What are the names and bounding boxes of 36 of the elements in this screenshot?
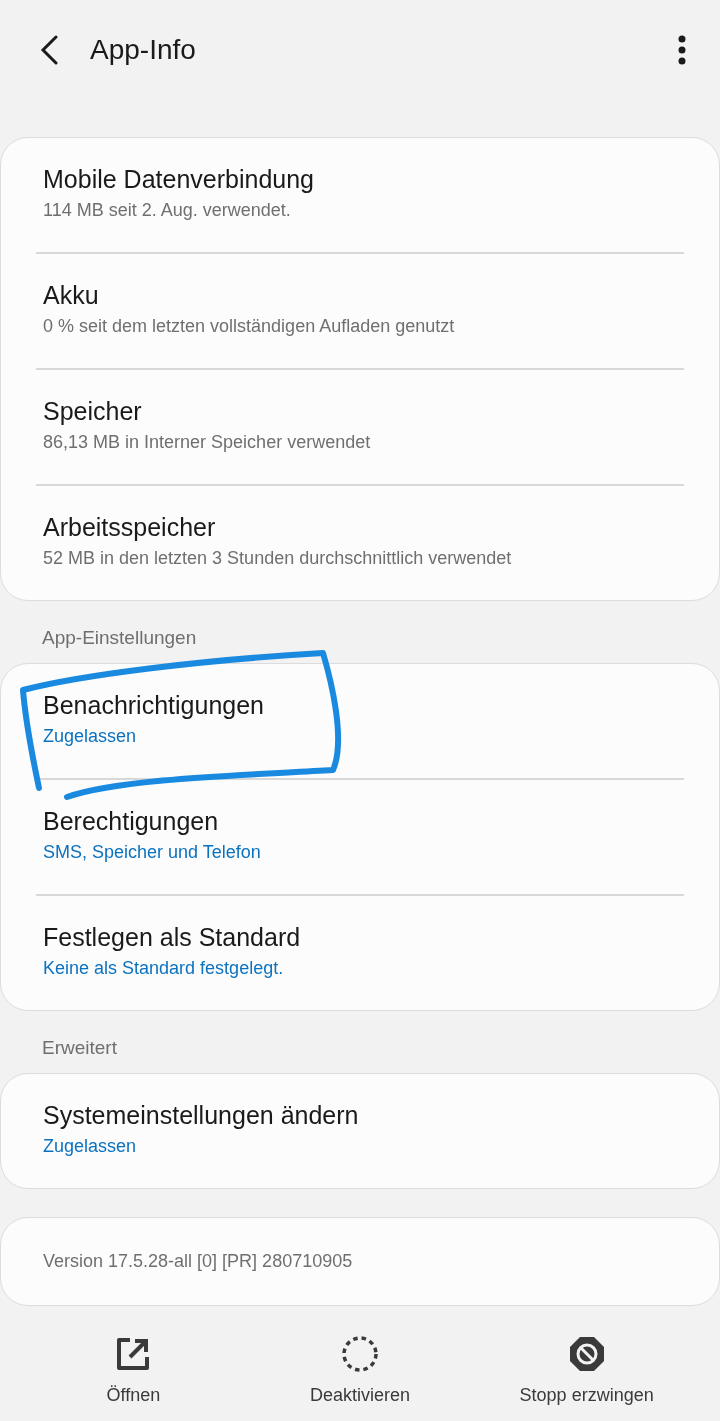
item-subtitle: 0 % seit dem letzten vollständigen Aufladen genutzt: [43, 315, 456, 338]
settings-item[interactable]: Arbeitsspeicher 52 MB in den letzten 3 Stunden durchschnittlich verwendet: [1, 486, 719, 600]
settings-item[interactable]: Berechtigungen SMS, Speicher und Telefon: [1, 780, 719, 894]
item-subtitle: 52 MB in den letzten 3 Stunden durchschnittlich verwendet: [43, 547, 513, 570]
settings-item[interactable]: Akku 0 % seit dem letzten vollständigen Aufladen genutzt: [1, 254, 719, 368]
item-subtitle: SMS, Speicher und Telefon: [43, 841, 262, 864]
item-title: Akku: [43, 280, 100, 311]
item-title: Mobile Datenverbindung: [43, 164, 315, 195]
stop-sign-icon: [568, 1336, 605, 1372]
more-options-icon[interactable]: [678, 35, 686, 65]
open-external-icon: [116, 1337, 151, 1371]
action-button[interactable]: Stopp erzwingen: [519, 1382, 654, 1409]
item-title: Speicher: [43, 396, 143, 427]
settings-item[interactable]: Systemeinstellungen ändern Zugelassen: [1, 1074, 719, 1188]
settings-item[interactable]: Benachrichtigungen Zugelassen: [1, 664, 719, 778]
item-subtitle: Zugelassen: [43, 1135, 138, 1158]
settings-item[interactable]: Speicher 86,13 MB in Interner Speicher verwendet: [1, 370, 719, 484]
item-subtitle: 114 MB seit 2. Aug. verwendet.: [43, 199, 292, 222]
item-title: Benachrichtigungen: [43, 690, 265, 721]
item-title: Festlegen als Standard: [43, 922, 302, 953]
version-text: Version 17.5.28-all [0] [PR] 280710905: [42, 1250, 354, 1273]
action-button[interactable]: Deaktivieren: [309, 1382, 410, 1409]
item-title: Systemeinstellungen ändern: [43, 1100, 360, 1131]
settings-item[interactable]: Festlegen als Standard Keine als Standard festgelegt.: [1, 896, 719, 1010]
section-header: App-Einstellungen: [41, 626, 198, 650]
item-title: Berechtigungen: [43, 806, 220, 837]
item-subtitle: Zugelassen: [43, 725, 138, 748]
item-subtitle: Keine als Standard festgelegt.: [43, 957, 285, 980]
settings-item[interactable]: Mobile Datenverbindung 114 MB seit 2. Aug. verwendet.: [1, 138, 719, 252]
dashed-circle-icon: [341, 1335, 379, 1373]
screen-title: App-Info: [90, 33, 197, 67]
item-subtitle: 86,13 MB in Interner Speicher verwendet: [43, 431, 372, 454]
item-title: Arbeitsspeicher: [43, 512, 217, 543]
section-header: Erweitert: [41, 1036, 118, 1060]
back-icon[interactable]: [38, 35, 60, 65]
action-button[interactable]: Öffnen: [106, 1382, 161, 1409]
